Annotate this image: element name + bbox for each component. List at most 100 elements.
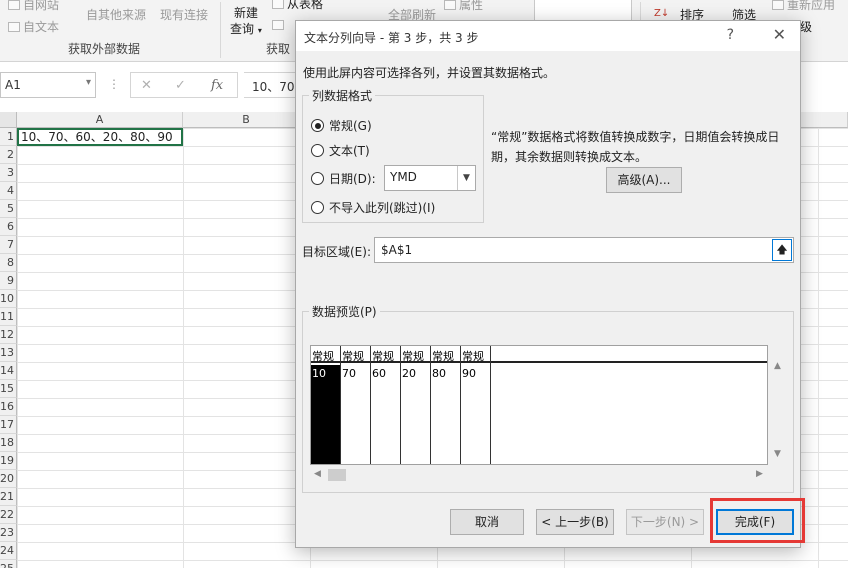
radio-general[interactable]: 常规(G) — [311, 117, 372, 134]
help-icon[interactable]: ? — [727, 27, 734, 43]
highlight-box — [710, 498, 805, 543]
destination-input[interactable]: $A$1 🡅 — [374, 237, 794, 263]
row-header[interactable]: 24 — [0, 542, 17, 560]
destination-label: 目标区域(E): — [302, 245, 371, 259]
text-file-icon — [8, 22, 20, 32]
row-header[interactable]: 14 — [0, 362, 17, 380]
row-header[interactable]: 7 — [0, 236, 17, 254]
data-preview-table[interactable]: 常规 10 常规 70 常规 60 常规 20 常规 80 常规 90 — [310, 345, 768, 465]
cancel-button[interactable]: 取消 — [450, 509, 524, 535]
properties-button[interactable]: 属性 — [444, 0, 483, 13]
close-icon[interactable]: ✕ — [773, 25, 786, 44]
preview-data-cell: 60 — [372, 367, 386, 380]
name-box[interactable]: A1 ▾ — [0, 72, 96, 98]
text-to-columns-dialog: 文本分列向导 - 第 3 步，共 3 步 ? ✕ 使用此屏内容可选择各列，并设置… — [295, 20, 801, 548]
preview-header-cell: 常规 — [462, 350, 484, 363]
radio-text[interactable]: 文本(T) — [311, 142, 370, 159]
table-icon — [272, 0, 284, 9]
chevron-down-icon[interactable]: ▼ — [774, 449, 781, 459]
from-other-sources-button[interactable]: 自其他来源 — [86, 6, 146, 23]
enter-icon[interactable]: ✓ — [175, 78, 186, 93]
row-header[interactable]: 6 — [0, 218, 17, 236]
column-header-a[interactable]: A — [17, 112, 183, 128]
scroll-thumb[interactable] — [328, 469, 346, 481]
radio-unselected-icon — [311, 144, 324, 157]
back-button[interactable]: < 上一步(B) — [536, 509, 614, 535]
row-header[interactable]: 5 — [0, 200, 17, 218]
row-header[interactable]: 8 — [0, 254, 17, 272]
row-header[interactable]: 3 — [0, 164, 17, 182]
preview-data-cell: 10 — [312, 367, 326, 380]
preview-header-cell: 常规 — [432, 350, 454, 363]
row-header[interactable]: 23 — [0, 524, 17, 542]
data-preview-label: 数据预览(P) — [312, 305, 377, 319]
row-header[interactable]: 4 — [0, 182, 17, 200]
row-header[interactable]: 11 — [0, 308, 17, 326]
chevron-up-icon[interactable]: ▲ — [774, 361, 781, 371]
preview-data-cell: 70 — [342, 367, 356, 380]
web-icon — [8, 0, 20, 10]
properties-icon — [444, 0, 456, 10]
dialog-titlebar: 文本分列向导 - 第 3 步，共 3 步 ? ✕ — [296, 21, 800, 51]
row-header[interactable]: 22 — [0, 506, 17, 524]
new-query-button[interactable]: 新建 — [234, 4, 258, 21]
row-header[interactable]: 19 — [0, 452, 17, 470]
row-header[interactable]: 15 — [0, 380, 17, 398]
row-header[interactable]: 1 — [0, 128, 17, 146]
stock-type-gallery[interactable] — [534, 0, 632, 22]
row-header[interactable]: 20 — [0, 470, 17, 488]
insert-function-icon[interactable]: fx — [211, 78, 223, 93]
radio-date[interactable]: 日期(D): — [311, 170, 376, 187]
row-header[interactable]: 12 — [0, 326, 17, 344]
radio-unselected-icon — [311, 201, 324, 214]
chevron-down-icon: ▼ — [457, 166, 475, 190]
instruction-text: 使用此屏内容可选择各列，并设置其数据格式。 — [303, 66, 556, 80]
from-web-button[interactable]: 自网站 — [8, 0, 59, 13]
radio-skip-column[interactable]: 不导入此列(跳过)(I) — [311, 199, 435, 216]
preview-header-cell: 常规 — [402, 350, 424, 363]
format-description: “常规”数据格式将数值转换成数字，日期值会转换成日期，其余数据则转换成文本。 — [491, 130, 780, 164]
row-header[interactable]: 18 — [0, 434, 17, 452]
gridline — [183, 128, 184, 568]
gridline — [818, 128, 819, 568]
date-format-select[interactable]: YMD ▼ — [384, 165, 476, 191]
collapse-dialog-icon[interactable]: 🡅 — [772, 239, 792, 261]
from-table-button[interactable]: 从表格 — [272, 0, 323, 12]
recent-sources-button[interactable] — [272, 18, 287, 32]
preview-data-cell: 90 — [462, 367, 476, 380]
preview-data-cell: 20 — [402, 367, 416, 380]
preview-header-cell: 常规 — [372, 350, 394, 363]
row-header[interactable]: 17 — [0, 416, 17, 434]
from-text-button[interactable]: 自文本 — [8, 18, 59, 35]
reapply-button[interactable]: 重新应用 — [772, 0, 835, 13]
preview-vertical-scrollbar[interactable]: ▲ ▼ — [770, 345, 786, 465]
preview-horizontal-scrollbar[interactable]: ◀ ▶ — [310, 467, 770, 483]
chevron-right-icon[interactable]: ▶ — [756, 469, 763, 479]
sort-az-icon[interactable]: Z↓ — [654, 8, 669, 19]
excel-window: 自网站 自文本 自其他来源 现有连接 获取外部数据 新建 查询 ▾ 从表格 获取… — [0, 0, 848, 568]
column-header-b[interactable]: B — [183, 112, 310, 128]
more-options-icon[interactable]: ⋮ — [108, 77, 120, 91]
row-header[interactable]: 25 — [0, 560, 17, 568]
reapply-icon — [772, 0, 784, 10]
row-header[interactable]: 9 — [0, 272, 17, 290]
cancel-icon[interactable]: ✕ — [141, 78, 152, 93]
row-header[interactable]: 10 — [0, 290, 17, 308]
group-label-get-transform: 获取 — [266, 42, 291, 56]
row-header[interactable]: 2 — [0, 146, 17, 164]
column-format-label: 列数据格式 — [312, 89, 373, 103]
row-header[interactable]: 13 — [0, 344, 17, 362]
row-header[interactable]: 21 — [0, 488, 17, 506]
cell-a1[interactable]: 10、70、60、20、80、90 — [17, 128, 183, 146]
existing-connections-button[interactable]: 现有连接 — [160, 6, 208, 23]
new-query-dropdown[interactable]: 查询 ▾ — [230, 20, 262, 37]
select-all-corner[interactable] — [0, 112, 17, 128]
next-button: 下一步(N) > — [626, 509, 704, 535]
preview-header-cell: 常规 — [342, 350, 364, 363]
advanced-button[interactable]: 高级(A)... — [606, 167, 682, 193]
radio-selected-icon — [311, 119, 324, 132]
advanced-filter-button[interactable]: 级 — [800, 18, 812, 35]
ribbon-separator — [220, 2, 221, 58]
chevron-left-icon[interactable]: ◀ — [314, 469, 321, 479]
row-header[interactable]: 16 — [0, 398, 17, 416]
